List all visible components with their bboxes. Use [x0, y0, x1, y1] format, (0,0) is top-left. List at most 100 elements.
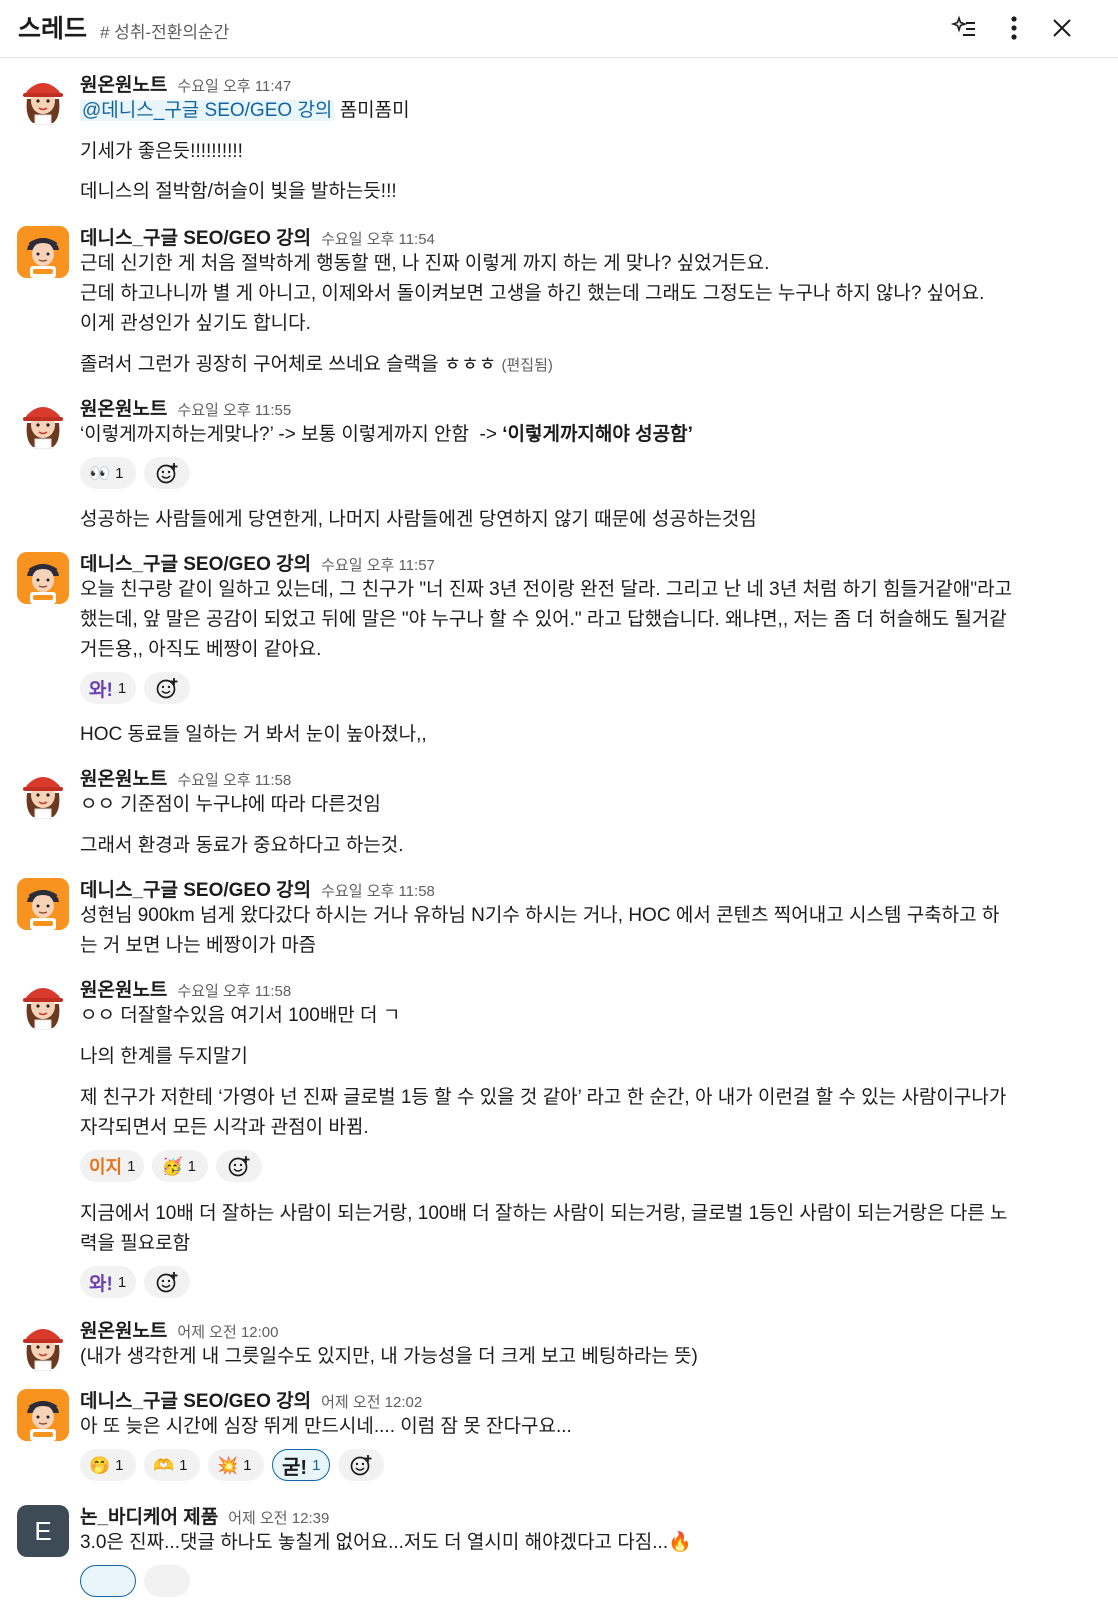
sparkle-list-icon[interactable] — [944, 8, 984, 48]
message-meta: 원온원노트 수요일 오후 11:58 — [80, 975, 291, 1001]
message-meta: 데니스_구글 SEO/GEO 강의 수요일 오후 11:58 — [80, 875, 435, 901]
avatar[interactable] — [17, 1389, 69, 1441]
add-reaction-icon — [156, 462, 179, 484]
timestamp[interactable]: 어제 오전 12:39 — [228, 1507, 329, 1528]
confetti-face-icon: 🥳 — [161, 1156, 183, 1176]
author-name[interactable]: 데니스_구글 SEO/GEO 강의 — [80, 223, 311, 250]
message-text: 나의 한계를 두지말기 — [80, 1046, 248, 1067]
giggle-face-icon: 🤭 — [89, 1455, 111, 1475]
close-icon[interactable] — [1042, 8, 1082, 48]
reaction-custom-2[interactable]: 🥳 1 — [152, 1150, 209, 1182]
message-text: ㅇㅇ 더잘할수있음 여기서 100배만 더 ㄱ — [80, 1005, 401, 1026]
vertical-dots-icon[interactable] — [994, 8, 1034, 48]
message-text: 했는데, 앞 말은 공감이 되었고 뒤에 말은 "야 누구나 할 수 있어." … — [80, 609, 1007, 630]
author-name[interactable]: 원온원노트 — [80, 975, 167, 1002]
message-text: 오늘 친구랑 같이 일하고 있는데, 그 친구가 "너 진짜 3년 전이랑 완전… — [80, 579, 1013, 600]
timestamp[interactable]: 수요일 오후 11:58 — [177, 980, 291, 1001]
message-text: 근데 신기한 게 처음 절박하게 행동할 땐, 나 진짜 이렇게 까지 하는 게… — [80, 253, 770, 274]
avatar[interactable] — [17, 1319, 69, 1371]
timestamp[interactable]: 수요일 오후 11:47 — [177, 75, 291, 96]
add-reaction-button[interactable] — [216, 1150, 263, 1182]
reaction-eyes[interactable]: 👀 1 — [80, 457, 136, 489]
add-reaction-button[interactable] — [144, 457, 190, 489]
reaction-good[interactable]: 굳! 1 — [272, 1449, 331, 1481]
add-reaction-icon — [156, 677, 179, 699]
message-text: 거든용,, 아직도 베짱이 같아요. — [80, 639, 322, 660]
message-text: 지금에서 10배 더 잘하는 사람이 되는거랑, 100배 더 잘하는 사람이 … — [80, 1203, 1008, 1224]
reaction-custom-1[interactable]: 이지 1 — [80, 1150, 145, 1182]
author-name[interactable]: 데니스_구글 SEO/GEO 강의 — [80, 875, 311, 902]
avatar[interactable] — [17, 978, 69, 1030]
reaction-bar — [80, 1565, 190, 1597]
author-name[interactable]: 원온원노트 — [80, 394, 167, 421]
message-text: @데니스_구글 SEO/GEO 강의 폼미폼미 — [80, 100, 410, 121]
mention[interactable]: @데니스_구글 SEO/GEO 강의 — [80, 100, 335, 121]
add-reaction-button[interactable] — [338, 1449, 385, 1481]
avatar[interactable] — [17, 73, 69, 125]
message-text: 3.0은 진짜...댓글 하나도 놓칠게 없어요...저도 더 열시미 해야겠다… — [80, 1532, 692, 1553]
avatar[interactable] — [17, 767, 69, 819]
message-text: 그래서 환경과 동료가 중요하다고 하는것. — [80, 835, 404, 856]
avatar[interactable] — [17, 397, 69, 449]
author-name[interactable]: 데니스_구글 SEO/GEO 강의 — [80, 549, 311, 576]
thread-header: 스레드 # 성취-전환의순간 — [0, 0, 1118, 58]
message-meta: 논_바디케어 제품 어제 오전 12:39 — [80, 1502, 329, 1528]
message-text: 제 친구가 저한테 ‘가영아 넌 진짜 글로벌 1등 할 수 있을 것 같아’ … — [80, 1087, 1007, 1108]
message-text: 이게 관성인가 싶기도 합니다. — [80, 313, 311, 334]
edited-label: (편집됨) — [501, 357, 553, 374]
avatar[interactable] — [17, 226, 69, 278]
message-text: 성현님 900km 넘게 왔다갔다 하시는 거나 유하님 N기수 하시는 거나,… — [80, 905, 1000, 926]
channel-name[interactable]: # 성취-전환의순간 — [100, 18, 229, 43]
timestamp[interactable]: 수요일 오후 11:58 — [177, 769, 291, 790]
message-text: 데니스의 절박함/허슬이 빛을 발하는듯!!! — [80, 181, 397, 202]
author-name[interactable]: 데니스_구글 SEO/GEO 강의 — [80, 1386, 311, 1413]
add-reaction-button[interactable] — [144, 672, 190, 704]
author-name[interactable]: 원온원노트 — [80, 764, 167, 791]
add-reaction-icon — [156, 1271, 179, 1293]
reaction-bar: 와! 1 — [80, 1266, 190, 1298]
message-meta: 데니스_구글 SEO/GEO 강의 수요일 오후 11:54 — [80, 223, 435, 249]
avatar[interactable] — [17, 878, 69, 930]
message-text: 근데 하고나니까 별 게 아니고, 이제와서 돌이켜보면 고생을 하긴 했는데 … — [80, 283, 985, 304]
timestamp[interactable]: 수요일 오후 11:58 — [321, 880, 435, 901]
message-text: 기세가 좋은듯!!!!!!!!!! — [80, 141, 243, 162]
add-reaction-button[interactable] — [144, 1565, 190, 1597]
author-name[interactable]: 원온원노트 — [80, 70, 167, 97]
boom-icon: 💥 — [217, 1455, 239, 1475]
message-meta: 원온원노트 수요일 오후 11:47 — [80, 70, 291, 96]
timestamp[interactable]: 수요일 오후 11:54 — [321, 228, 435, 249]
reaction-giggle[interactable]: 🤭 1 — [80, 1449, 136, 1481]
reaction-bar: 와! 1 — [80, 672, 190, 704]
message-text: (내가 생각한게 내 그릇일수도 있지만, 내 가능성을 더 크게 보고 베팅하… — [80, 1346, 698, 1367]
thread-feed[interactable]: 원온원노트 수요일 오후 11:47 @데니스_구글 SEO/GEO 강의 폼미… — [0, 58, 1118, 1614]
reaction-wow[interactable]: 와! 1 — [80, 672, 136, 704]
message-text: 자각되면서 모든 시각과 관점이 바뀜. — [80, 1117, 369, 1138]
heart-hands-icon: 🫶 — [153, 1455, 175, 1475]
author-name[interactable]: 원온원노트 — [80, 1316, 167, 1343]
message-text: 졸려서 그런가 굉장히 구어체로 쓰네요 슬랙을 ㅎㅎㅎ (편집됨) — [80, 354, 553, 375]
add-reaction-icon — [351, 1454, 373, 1476]
add-reaction-button[interactable] — [144, 1266, 190, 1298]
message-text: 는 거 보면 나는 베짱이가 마즘 — [80, 935, 317, 956]
timestamp[interactable]: 수요일 오후 11:55 — [177, 399, 291, 420]
message-text: HOC 동료들 일하는 거 봐서 눈이 높아졌나,, — [80, 724, 427, 745]
reaction-partial[interactable] — [80, 1565, 136, 1597]
message-meta: 원온원노트 수요일 오후 11:58 — [80, 764, 291, 790]
message-text: 아 또 늦은 시간에 심장 뛰게 만드시네.... 이럼 잠 못 잔다구요... — [80, 1416, 572, 1437]
avatar[interactable] — [17, 552, 69, 604]
thread-title: 스레드 — [18, 15, 88, 43]
message-meta: 데니스_구글 SEO/GEO 강의 수요일 오후 11:57 — [80, 549, 435, 575]
timestamp[interactable]: 어제 오전 12:02 — [321, 1391, 422, 1412]
timestamp[interactable]: 어제 오전 12:00 — [177, 1321, 278, 1342]
message-text: 성공하는 사람들에게 당연한게, 나머지 사람들에겐 당연하지 않기 때문에 성… — [80, 509, 757, 530]
timestamp[interactable]: 수요일 오후 11:57 — [321, 554, 435, 575]
eyes-icon: 👀 — [89, 463, 111, 483]
reaction-heart-hands[interactable]: 🫶 1 — [144, 1449, 200, 1481]
avatar[interactable]: E — [17, 1505, 69, 1557]
reaction-wow[interactable]: 와! 1 — [80, 1266, 136, 1298]
message-text: 력을 필요로함 — [80, 1233, 191, 1254]
author-name[interactable]: 논_바디케어 제품 — [80, 1502, 218, 1529]
reaction-bar: 이지 1 🥳 1 — [80, 1150, 263, 1182]
reaction-boom[interactable]: 💥 1 — [208, 1449, 264, 1481]
add-reaction-icon — [229, 1155, 251, 1177]
